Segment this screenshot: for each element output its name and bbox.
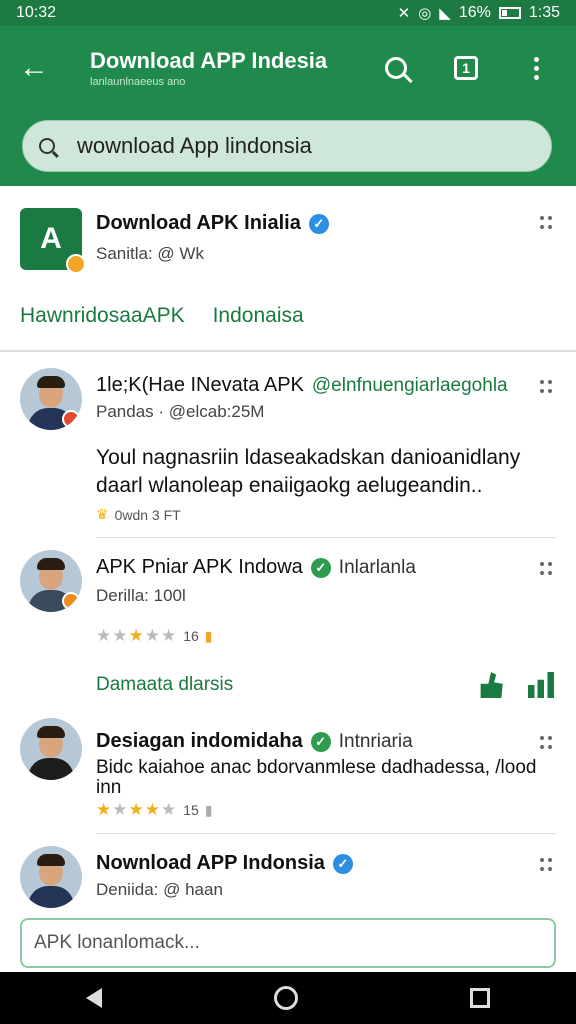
more-options-icon[interactable] [540, 736, 554, 750]
post-author: Nownload APP Indonsia [96, 852, 325, 874]
verified-icon: ✓ [310, 557, 331, 578]
compose-placeholder: APK lonanlomack... [34, 932, 200, 953]
verified-icon: ✓ [310, 731, 331, 752]
tabs-icon: 1 [454, 56, 478, 80]
post-meta: Deniida: @ haan [96, 880, 223, 899]
trophy-icon: ♛ [96, 506, 109, 522]
verified-icon: ✓ [332, 853, 353, 874]
avatar[interactable] [20, 846, 82, 908]
app-name: Download APK Inialia [96, 212, 301, 234]
app-tabs: HawnridosaaAPK Indonaisa [20, 304, 304, 328]
post-location: Inlarlanla [338, 556, 416, 578]
tab-indonesia[interactable]: Indonaisa [213, 304, 304, 328]
stats-icon[interactable] [528, 672, 554, 698]
tabs-button[interactable]: 1 [440, 42, 492, 94]
star-rating-icon: ★★★★★ [96, 800, 178, 819]
search-icon [39, 138, 55, 154]
avatar-badge-icon [62, 410, 80, 428]
page-title: Download APP Indesia [90, 48, 328, 73]
avatar[interactable] [20, 718, 82, 780]
search-button[interactable] [370, 42, 422, 94]
post-meta: Pandas · @elcab:25M [96, 402, 265, 421]
status-indicators: ✕ ◎ ◣ 16% 1:35 [398, 4, 560, 22]
post-body: Bidc kaiahoe anac bdorvanmlese dadhadess… [96, 757, 537, 798]
reply-link[interactable]: Damaata dlarsis [96, 674, 233, 696]
overflow-menu-button[interactable] [510, 42, 562, 94]
back-arrow-icon[interactable]: ← [6, 40, 62, 96]
compose-input[interactable]: APK lonanlomack... [20, 918, 556, 968]
status-bar: 10:32 ✕ ◎ ◣ 16% 1:35 [0, 0, 576, 26]
status-time-left: 10:32 [16, 4, 57, 21]
wifi-icon: ◣ [439, 5, 451, 22]
post-stats: ♛ 0wdn 3 FT [96, 506, 181, 523]
app-card[interactable]: A Download APK Inialia ✓ Sanitla: @ Wk H… [0, 186, 576, 352]
avatar-badge-icon [62, 592, 80, 610]
post-meta: Derilla: 100l [96, 586, 186, 605]
thumb-icon: ▮ [204, 801, 213, 818]
nav-back-icon[interactable] [86, 988, 102, 1008]
alarm-icon: ◎ [418, 5, 432, 22]
more-options-icon[interactable] [540, 562, 554, 576]
rating: ★★★★★ 15 ▮ [96, 800, 213, 820]
post-stats-text: 0wdn 3 FT [114, 506, 181, 523]
search-icon [385, 57, 407, 79]
battery-icon [498, 7, 521, 19]
verified-icon: ✓ [308, 213, 329, 234]
title-block: Download APP Indesia lanlaunlnaeeus ano [90, 48, 370, 88]
status-time-right: 1:35 [528, 4, 560, 21]
avatar[interactable] [20, 550, 82, 612]
battery-percent: 16% [458, 4, 491, 21]
tab-download[interactable]: HawnridosaaAPK [20, 304, 185, 328]
rating-count: 15 [183, 802, 199, 818]
post-actions [478, 672, 554, 698]
app-logo: A [20, 208, 86, 274]
list-item[interactable]: 1le;K(Hae INevata APK @elnfnuengiarlaego… [0, 352, 576, 538]
more-vert-icon [533, 56, 539, 80]
search-query: wownload App lindonsia [77, 133, 312, 158]
page-subtitle: lanlaunlnaeeus ano [90, 76, 186, 88]
post-location: Intnriaria [338, 730, 413, 752]
more-options-icon[interactable] [540, 380, 554, 394]
thumb-icon: ▮ [204, 627, 213, 644]
list-item[interactable]: Desiagan indomidaha ✓ Intnriaria Bidc ka… [0, 714, 576, 834]
app-subtitle: Sanitla: @ Wk [96, 244, 204, 263]
system-nav-bar [0, 972, 576, 1024]
search-input[interactable]: wownload App lindonsia [22, 120, 552, 172]
nav-home-icon[interactable] [274, 986, 298, 1010]
logo-badge-icon [66, 254, 86, 274]
post-author: 1le;K(Hae INevata APK [96, 374, 304, 396]
more-options-icon[interactable] [540, 216, 554, 230]
more-options-icon[interactable] [540, 858, 554, 872]
nav-recents-icon[interactable] [470, 988, 490, 1008]
list-item[interactable]: Nownload APP Indonsia ✓ Deniida: @ haan [0, 834, 576, 918]
app-bar: ← Download APP Indesia lanlaunlnaeeus an… [0, 26, 576, 186]
post-handle[interactable]: @elnfnuengiarlaegohla [312, 375, 508, 397]
post-author: APK Pniar APK Indowa [96, 556, 303, 578]
post-author: Desiagan indomidaha [96, 730, 303, 752]
star-rating-icon: ★★★★★ [96, 626, 178, 645]
rating-count: 16 [183, 628, 199, 644]
post-body: Youl nagnasriin ldaseakadskan danioanidl… [96, 446, 521, 497]
signal-icon: ✕ [397, 5, 411, 22]
rating: ★★★★★ 16 ▮ [96, 626, 213, 646]
like-icon[interactable] [480, 672, 503, 698]
avatar[interactable] [20, 368, 82, 430]
